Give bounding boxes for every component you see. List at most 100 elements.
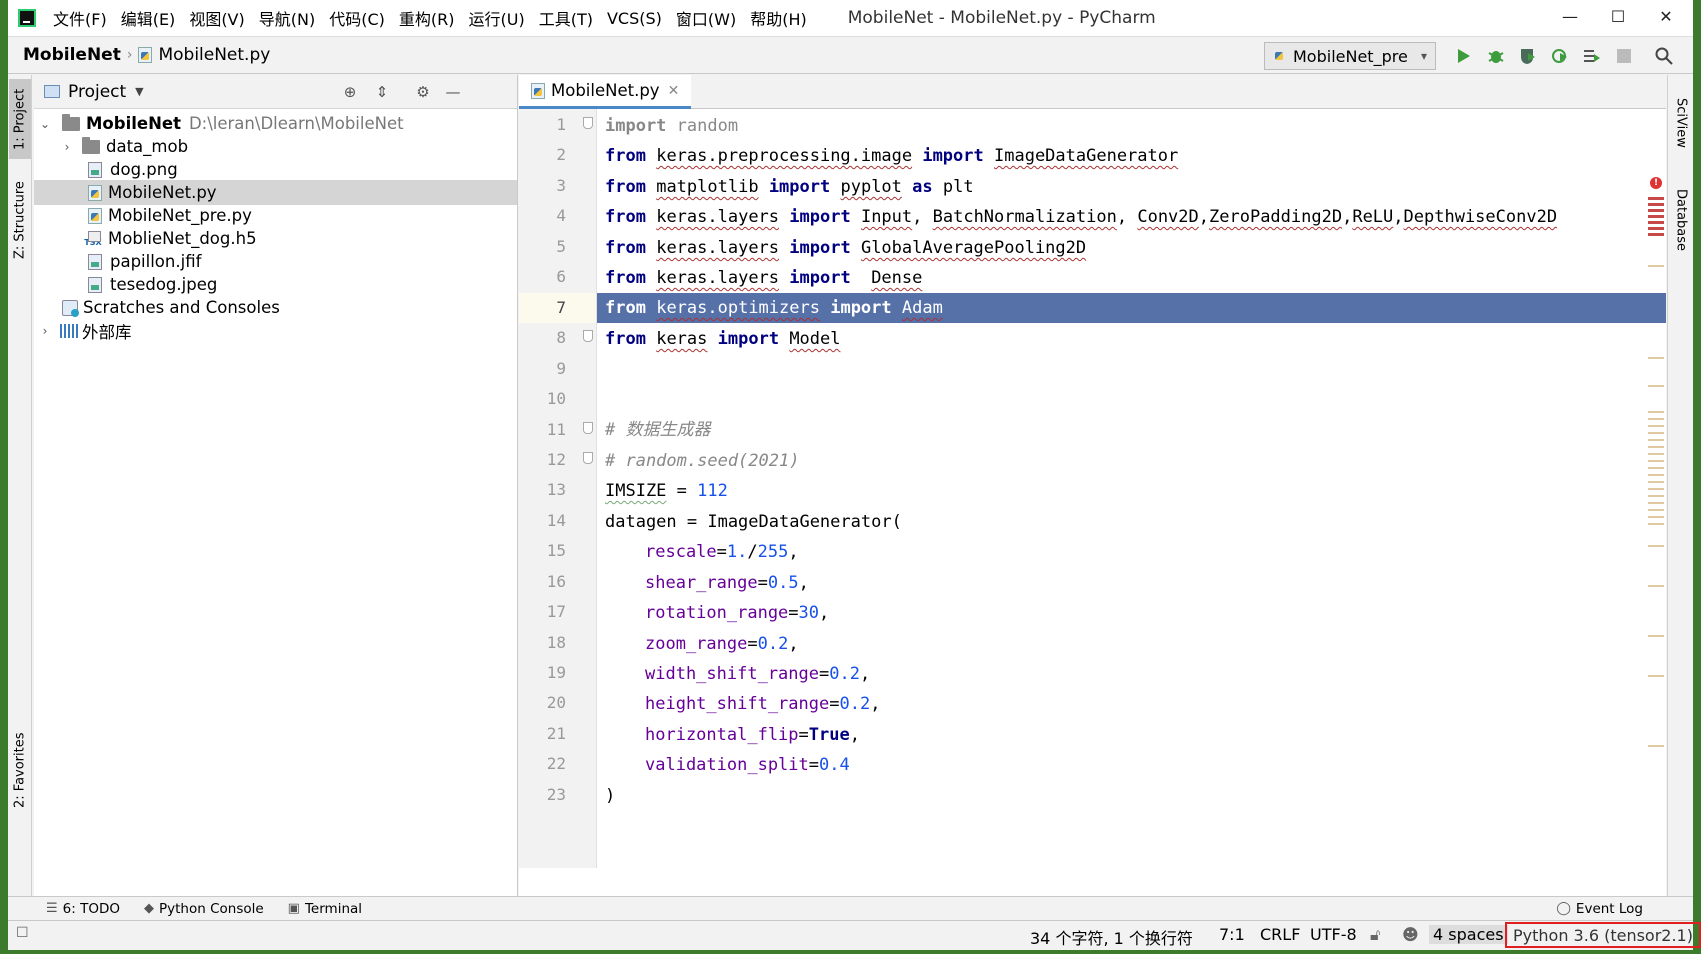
profile-button[interactable] [1550, 46, 1570, 66]
error-indicator-icon[interactable]: ! [1650, 177, 1662, 189]
project-view-select[interactable]: Project [68, 82, 126, 102]
warning-stripe[interactable] [1648, 460, 1664, 462]
tree-item-file[interactable]: dog.png [34, 157, 517, 182]
warning-stripe[interactable] [1648, 675, 1664, 677]
tool-tab-python-console[interactable]: ◆ Python Console [144, 901, 264, 917]
chevron-down-icon[interactable]: ▼ [135, 85, 143, 98]
status-interpreter[interactable]: Python 3.6 (tensor2.1) [1505, 922, 1701, 948]
warning-stripe[interactable] [1648, 418, 1664, 420]
warning-stripe[interactable] [1648, 357, 1664, 359]
warning-stripe[interactable] [1648, 523, 1664, 525]
menu-edit[interactable]: 编辑(E) [114, 6, 183, 30]
search-everywhere-button[interactable] [1654, 46, 1674, 66]
tool-tab-event-log[interactable]: ◯ Event Log [1556, 901, 1643, 917]
warning-stripe[interactable] [1648, 516, 1664, 518]
tree-item-root[interactable]: ⌄ MobileNet D:\leran\Dlearn\MobileNet [34, 111, 517, 136]
menu-view[interactable]: 视图(V) [182, 6, 251, 30]
warning-stripe[interactable] [1648, 488, 1664, 490]
error-stripe[interactable] [1648, 209, 1664, 212]
chevron-right-icon[interactable]: › [60, 140, 74, 154]
warning-stripe[interactable] [1648, 432, 1664, 434]
warning-stripe[interactable] [1648, 745, 1664, 747]
warning-stripe[interactable] [1648, 545, 1664, 547]
status-caret-position[interactable]: 7:1 [1219, 925, 1245, 944]
warning-stripe[interactable] [1648, 635, 1664, 637]
editor-tab[interactable]: MobileNet.py ✕ [519, 75, 692, 109]
run-configuration-select[interactable]: MobileNet_pre ▾ [1264, 42, 1436, 70]
gear-icon[interactable]: ⚙ [414, 83, 432, 101]
tool-tab-sciview[interactable]: SciView [1670, 83, 1692, 163]
maximize-button[interactable]: ☐ [1595, 0, 1641, 32]
menu-window[interactable]: 窗口(W) [669, 6, 743, 30]
status-line-separator[interactable]: CRLF [1260, 925, 1300, 944]
error-stripe[interactable] [1648, 197, 1664, 200]
tree-item-folder[interactable]: › data_mob [34, 134, 517, 159]
warning-stripe[interactable] [1648, 453, 1664, 455]
error-stripe[interactable] [1648, 215, 1664, 218]
warning-stripe[interactable] [1648, 585, 1664, 587]
tool-tab-favorites[interactable]: 2: Favorites [9, 725, 31, 815]
hide-panel-icon[interactable]: — [444, 83, 462, 101]
stop-button[interactable] [1614, 46, 1634, 66]
run-button[interactable] [1454, 46, 1474, 66]
error-stripe[interactable] [1648, 233, 1664, 236]
lock-icon[interactable]: 🔓︎ [1370, 925, 1380, 945]
tool-tab-terminal[interactable]: ▣ Terminal [288, 901, 362, 917]
close-button[interactable]: ✕ [1643, 0, 1689, 32]
fold-icon[interactable] [583, 452, 593, 464]
locate-file-icon[interactable]: ⊕ [341, 83, 359, 101]
tree-item-file[interactable]: tesedog.jpeg [34, 272, 517, 297]
debug-button[interactable] [1486, 46, 1506, 66]
warning-stripe[interactable] [1648, 474, 1664, 476]
menu-navigate[interactable]: 导航(N) [252, 6, 322, 30]
fold-icon[interactable] [583, 422, 593, 434]
warning-stripe[interactable] [1648, 265, 1664, 267]
tree-item-file[interactable]: papillon.jfif [34, 249, 517, 274]
tool-windows-toggle-icon[interactable]: ☐ [16, 925, 29, 941]
warning-stripe[interactable] [1648, 481, 1664, 483]
inspector-icon[interactable]: ☻ [1402, 925, 1419, 944]
menu-refactor[interactable]: 重构(R) [392, 6, 462, 30]
warning-stripe[interactable] [1648, 509, 1664, 511]
tree-item-file[interactable]: TSX MoblieNet_dog.h5 [34, 226, 517, 251]
tool-tab-project[interactable]: 1: Project [9, 79, 31, 159]
error-stripe[interactable] [1648, 227, 1664, 230]
warning-stripe[interactable] [1648, 446, 1664, 448]
status-encoding[interactable]: UTF-8 [1310, 925, 1357, 944]
run-concurrency-button[interactable] [1582, 46, 1602, 66]
warning-stripe[interactable] [1648, 385, 1664, 387]
fold-icon[interactable] [583, 117, 593, 129]
run-with-coverage-button[interactable] [1518, 46, 1538, 66]
menu-help[interactable]: 帮助(H) [743, 6, 814, 30]
warning-stripe[interactable] [1648, 411, 1664, 413]
menu-code[interactable]: 代码(C) [322, 6, 392, 30]
menu-run[interactable]: 运行(U) [462, 6, 532, 30]
chevron-right-icon[interactable]: › [38, 324, 52, 338]
tool-tab-database[interactable]: Database [1670, 175, 1692, 265]
warning-stripe[interactable] [1648, 439, 1664, 441]
tree-item-file[interactable]: MobileNet_pre.py [34, 203, 517, 228]
warning-stripe[interactable] [1648, 502, 1664, 504]
collapse-all-icon[interactable]: ⇕ [373, 83, 391, 101]
breadcrumb-file[interactable]: MobileNet.py [158, 45, 270, 65]
error-stripe[interactable] [1648, 221, 1664, 224]
close-tab-icon[interactable]: ✕ [668, 83, 680, 99]
chevron-down-icon[interactable]: ⌄ [38, 117, 52, 131]
tree-item-scratches[interactable]: Scratches and Consoles [34, 295, 517, 320]
tool-tab-structure[interactable]: Z: Structure [9, 175, 31, 265]
breadcrumb-project[interactable]: MobileNet [23, 45, 121, 65]
menu-file[interactable]: 文件(F) [46, 6, 114, 30]
fold-icon[interactable] [583, 330, 593, 342]
warning-stripe[interactable] [1648, 467, 1664, 469]
tool-tab-todo[interactable]: ☰ 6: TODO [46, 901, 120, 917]
warning-stripe[interactable] [1648, 495, 1664, 497]
error-stripe[interactable] [1648, 203, 1664, 206]
menu-tools[interactable]: 工具(T) [532, 6, 600, 30]
tree-item-file-selected[interactable]: MobileNet.py [34, 180, 517, 205]
minimize-button[interactable]: — [1547, 0, 1593, 32]
code-area[interactable]: import random from keras.preprocessing.i… [597, 109, 1666, 868]
status-indent[interactable]: 4 spaces [1429, 925, 1508, 944]
tree-item-external-libraries[interactable]: › 外部库 [34, 318, 517, 343]
menu-vcs[interactable]: VCS(S) [600, 9, 669, 28]
warning-stripe[interactable] [1648, 425, 1664, 427]
